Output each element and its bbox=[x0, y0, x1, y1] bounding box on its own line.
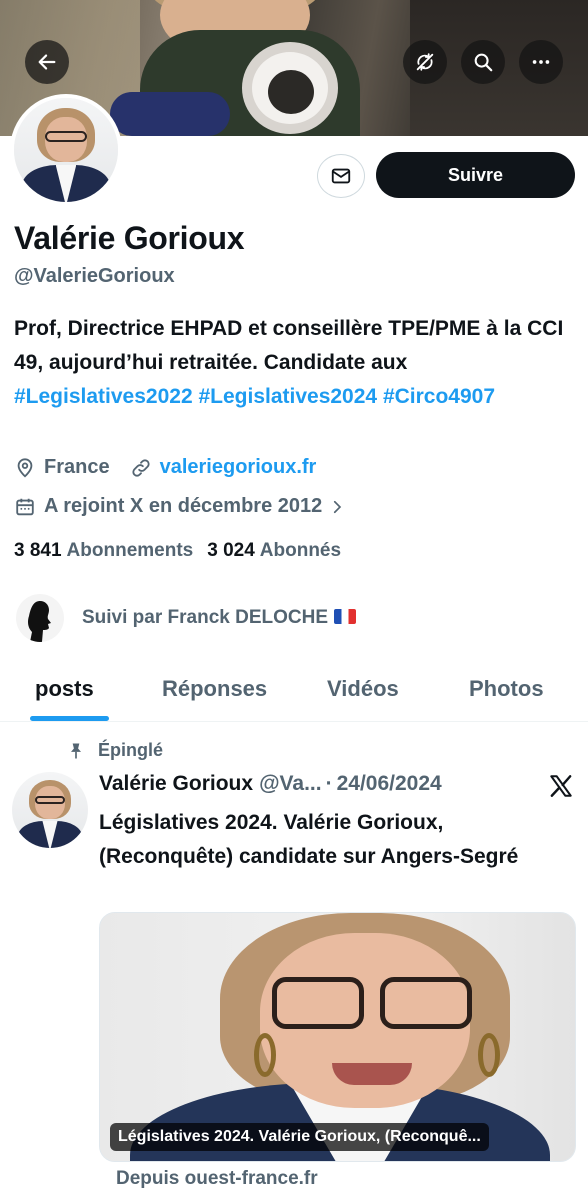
profile-avatar[interactable] bbox=[10, 94, 122, 206]
following-count: 3 841 bbox=[14, 540, 62, 561]
pinned-label: Épinglé bbox=[98, 740, 164, 760]
back-button[interactable] bbox=[25, 40, 69, 84]
joined-date-row[interactable]: A rejoint X en décembre 2012 bbox=[14, 495, 354, 518]
arrow-left-icon bbox=[38, 54, 56, 70]
hashtag-link[interactable]: #Legislatives2022 bbox=[14, 385, 193, 408]
profile-joined: A rejoint X en décembre 2012 bbox=[44, 495, 323, 517]
following-count-link[interactable]: 3 841 Abonnements bbox=[14, 540, 193, 562]
tab-replies[interactable]: Réponses bbox=[162, 676, 267, 702]
tab-photos[interactable]: Photos bbox=[469, 676, 544, 702]
hashtag-link[interactable]: #Legislatives2024 bbox=[198, 385, 377, 408]
post-text: Législatives 2024. Valérie Gorioux, (Rec… bbox=[99, 811, 519, 868]
link-icon bbox=[132, 458, 150, 477]
tab-videos[interactable]: Vidéos bbox=[327, 676, 399, 702]
hashtag-link[interactable]: #Circo4907 bbox=[383, 385, 495, 408]
repost-off-icon bbox=[416, 53, 434, 71]
link-card-source[interactable]: Depuis ouest-france.fr bbox=[116, 1168, 318, 1190]
profile-bio: Prof, Directrice EHPAD et conseillère TP… bbox=[14, 312, 580, 414]
tab-posts[interactable]: posts bbox=[35, 676, 94, 702]
calendar-icon bbox=[16, 498, 34, 515]
link-card-caption: Législatives 2024. Valérie Gorioux, (Rec… bbox=[110, 1123, 489, 1151]
envelope-icon bbox=[331, 168, 351, 184]
post-date[interactable]: 24/06/2024 bbox=[337, 772, 442, 796]
location-pin-icon bbox=[17, 457, 33, 477]
x-logo-icon bbox=[550, 775, 572, 797]
followed-by-row[interactable]: Suivi par Franck DELOCHE bbox=[16, 594, 357, 642]
search-icon bbox=[474, 53, 493, 72]
following-label: Abonnements bbox=[66, 540, 194, 561]
active-tab-indicator bbox=[30, 716, 109, 721]
repost-off-button[interactable] bbox=[403, 40, 447, 84]
post-author-name[interactable]: Valérie Gorioux bbox=[99, 772, 253, 796]
more-icon bbox=[532, 60, 550, 64]
profile-website-link[interactable]: valeriegorioux.fr bbox=[160, 456, 317, 479]
profile-meta-location-website: France valeriegorioux.fr bbox=[14, 456, 316, 479]
post-author-avatar[interactable] bbox=[12, 772, 88, 848]
pinned-indicator: Épinglé bbox=[66, 740, 163, 761]
follow-button[interactable]: Suivre bbox=[376, 152, 575, 198]
followers-count-link[interactable]: 3 024 Abonnés bbox=[207, 540, 341, 562]
silhouette-icon bbox=[28, 600, 51, 642]
profile-tabs: posts Réponses Vidéos Photos bbox=[0, 660, 588, 722]
chevron-right-icon bbox=[334, 500, 342, 513]
france-flag-icon bbox=[334, 609, 357, 624]
post-header: Valérie Gorioux @Va... · 24/06/2024 bbox=[99, 772, 442, 796]
followers-label: Abonnés bbox=[259, 540, 342, 561]
more-button[interactable] bbox=[519, 40, 563, 84]
profile-name: Valérie Gorioux bbox=[14, 220, 245, 256]
follower-avatar bbox=[16, 594, 64, 642]
follow-counts: 3 841 Abonnements 3 024 Abonnés bbox=[14, 540, 355, 562]
post-author-handle[interactable]: @Va... bbox=[259, 772, 322, 796]
post-separator: · bbox=[325, 772, 333, 795]
profile-handle: @ValerieGorioux bbox=[14, 265, 175, 287]
followers-count: 3 024 bbox=[207, 540, 255, 561]
profile-location: France bbox=[44, 456, 110, 478]
bio-text: Prof, Directrice EHPAD et conseillère TP… bbox=[14, 317, 564, 374]
pin-icon bbox=[71, 743, 81, 758]
followed-by-text: Suivi par Franck DELOCHE bbox=[82, 607, 329, 628]
message-button[interactable] bbox=[317, 154, 365, 198]
search-button[interactable] bbox=[461, 40, 505, 84]
